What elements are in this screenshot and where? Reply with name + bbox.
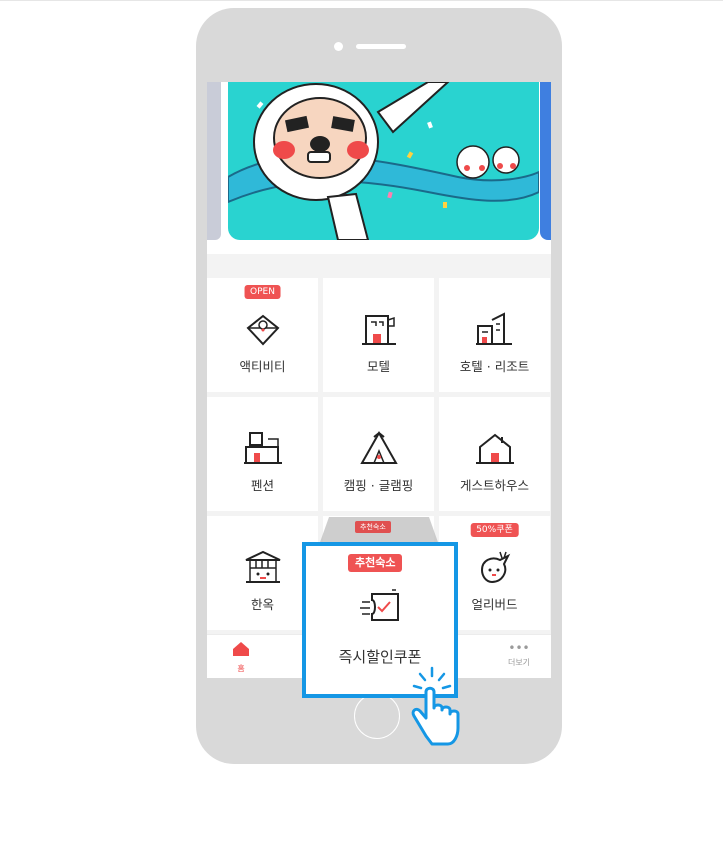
- tap-hand-icon: [411, 666, 460, 746]
- motel-icon: [362, 315, 396, 345]
- dim-recommend-badge: 추천숙소: [355, 521, 391, 533]
- nav-home-label: 홈: [237, 664, 245, 673]
- coupon-icon: [360, 589, 399, 621]
- nav-home[interactable]: 홈: [211, 641, 271, 674]
- hanok-icon: [245, 550, 281, 583]
- home-icon: [233, 642, 249, 656]
- banner-carousel[interactable]: [207, 82, 551, 254]
- category-label: 호텔 · 리조트: [459, 359, 530, 374]
- open-badge: OPEN: [244, 285, 281, 299]
- banner-illustration: [228, 82, 539, 240]
- category-label: 캠핑 · 글램핑: [343, 478, 414, 493]
- category-pension[interactable]: 펜션: [207, 397, 318, 511]
- category-guesthouse[interactable]: 게스트하우스: [439, 397, 550, 511]
- pension-icon: [244, 432, 282, 464]
- nav-more-label: 더보기: [507, 658, 531, 667]
- top-divider: [0, 0, 723, 1]
- guesthouse-icon: [476, 433, 514, 464]
- banner-prev-slide[interactable]: [207, 82, 221, 240]
- activity-icon: [246, 314, 280, 346]
- more-icon: •••: [508, 641, 530, 655]
- hotel-icon: [476, 312, 512, 345]
- category-hotel-resort[interactable]: 호텔 · 리조트: [439, 278, 550, 392]
- nav-more[interactable]: ••• 더보기: [489, 641, 549, 668]
- camping-icon: [360, 430, 398, 464]
- camera-dot: [334, 42, 343, 51]
- banner-slide[interactable]: [228, 82, 539, 240]
- recommend-badge: 추천숙소: [348, 554, 403, 572]
- category-label: 펜션: [250, 478, 274, 493]
- home-hardware-button[interactable]: [354, 693, 400, 739]
- speaker-slot: [356, 44, 406, 49]
- earlybird-icon: [480, 551, 511, 584]
- category-label: 게스트하우스: [459, 478, 529, 493]
- banner-next-slide[interactable]: [540, 82, 551, 240]
- category-motel[interactable]: 모텔: [323, 278, 434, 392]
- category-label: 모텔: [366, 359, 390, 374]
- category-activity[interactable]: OPEN 액티비티: [207, 278, 318, 392]
- category-camping-glamping[interactable]: 캠핑 · 글램핑: [323, 397, 434, 511]
- category-label: 액티비티: [239, 359, 286, 374]
- coupon-badge: 50%쿠폰: [470, 523, 519, 537]
